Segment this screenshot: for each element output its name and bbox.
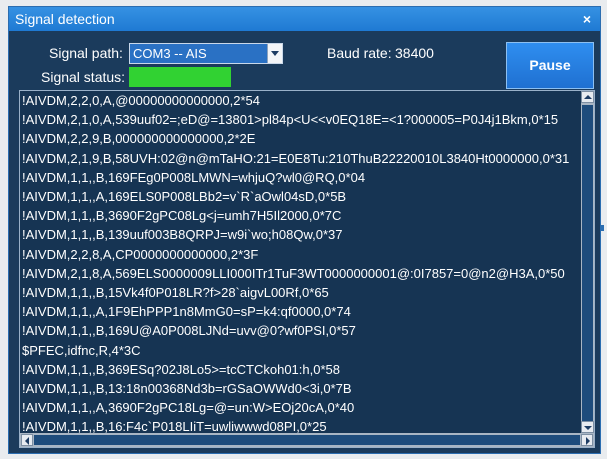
log-line: !AIVDM,1,1,,B,15Vk4f0P018LR?f>28`aigvL00…	[22, 285, 329, 301]
window-edge-marker	[601, 225, 604, 231]
vertical-scroll-thumb[interactable]	[582, 105, 593, 423]
scroll-right-icon[interactable]	[581, 434, 593, 446]
scroll-left-icon[interactable]	[21, 434, 33, 446]
log-line: !AIVDM,2,2,9,B,000000000000000,2*2E	[22, 131, 256, 147]
pause-button[interactable]: Pause	[506, 42, 594, 89]
horizontal-scrollbar[interactable]	[20, 433, 594, 447]
chevron-down-icon[interactable]	[267, 44, 282, 63]
signal-status-indicator	[129, 67, 231, 87]
log-line: !AIVDM,1,1,,B,369ESq?02J8Lo5>=tcCTCkoh01…	[22, 361, 340, 377]
log-line: !AIVDM,2,1,8,A,569ELS0000009LLI000ITr1Tu…	[22, 265, 565, 281]
vertical-scrollbar[interactable]	[581, 91, 594, 433]
log-line: !AIVDM,2,2,8,A,CP0000000000000,2*3F	[22, 246, 259, 262]
signal-path-label: Signal path:	[49, 45, 123, 61]
close-icon[interactable]: ×	[578, 7, 596, 31]
log-line: !AIVDM,1,1,,B,13:18n00368Nd3b=rGSaOWWd0<…	[22, 381, 352, 397]
window-title: Signal detection	[15, 11, 115, 27]
log-line: !AIVDM,1,1,,B,16:F4c`P018LIiT=uwliwwwd08…	[22, 419, 327, 433]
scroll-up-icon[interactable]	[581, 91, 594, 103]
baud-rate-label: Baud rate:	[327, 45, 392, 61]
log-lines: !AIVDM,2,2,0,A,@00000000000000,2*54 !AIVD…	[22, 91, 582, 433]
log-line: !AIVDM,1,1,,B,169U@A0P008LJNd=uvv@0?wf0P…	[22, 323, 356, 339]
scroll-down-icon[interactable]	[581, 421, 594, 433]
signal-status-label: Signal status:	[41, 69, 126, 85]
signal-path-select[interactable]: COM3 -- AIS	[129, 43, 283, 64]
log-line: !AIVDM,1,1,,B,139uuf003B8QRPJ=w9i`wo;h08…	[22, 227, 343, 243]
baud-rate-value: 38400	[395, 45, 434, 61]
log-line: !AIVDM,1,1,,A,1F9EhPPP1n8MmG0=sP=k4:qf00…	[22, 304, 351, 320]
log-line: !AIVDM,2,2,0,A,@00000000000000,2*54	[22, 93, 260, 108]
title-bar: Signal detection ×	[9, 7, 600, 31]
log-line: !AIVDM,1,1,,B,169FEg0P008LMWN=whjuQ?wl0@…	[22, 169, 366, 185]
log-line: $PFEC,idfnc,R,4*3C	[22, 342, 141, 358]
signal-detection-window: Signal detection × Signal path: COM3 -- …	[8, 6, 601, 454]
log-line: !AIVDM,2,1,9,B,58UVH:02@n@mTaHO:21=E0E8T…	[22, 150, 570, 166]
signal-path-value: COM3 -- AIS	[133, 46, 207, 61]
log-textarea[interactable]: !AIVDM,2,2,0,A,@00000000000000,2*54 !AIVD…	[19, 90, 595, 448]
log-line: !AIVDM,1,1,,B,3690F2gPC08Lg<j=umh7H5Il20…	[22, 208, 342, 224]
log-line: !AIVDM,1,1,,A,3690F2gPC18Lg=@=un:W>EOj20…	[22, 400, 355, 416]
horizontal-scroll-thumb[interactable]	[34, 435, 580, 445]
log-line: !AIVDM,1,1,,A,169ELS0P008LBb2=v`R`aOwl04…	[22, 189, 347, 205]
log-line: !AIVDM,2,1,0,A,539uuf02=;eD@=13801>pl84p…	[22, 112, 559, 128]
